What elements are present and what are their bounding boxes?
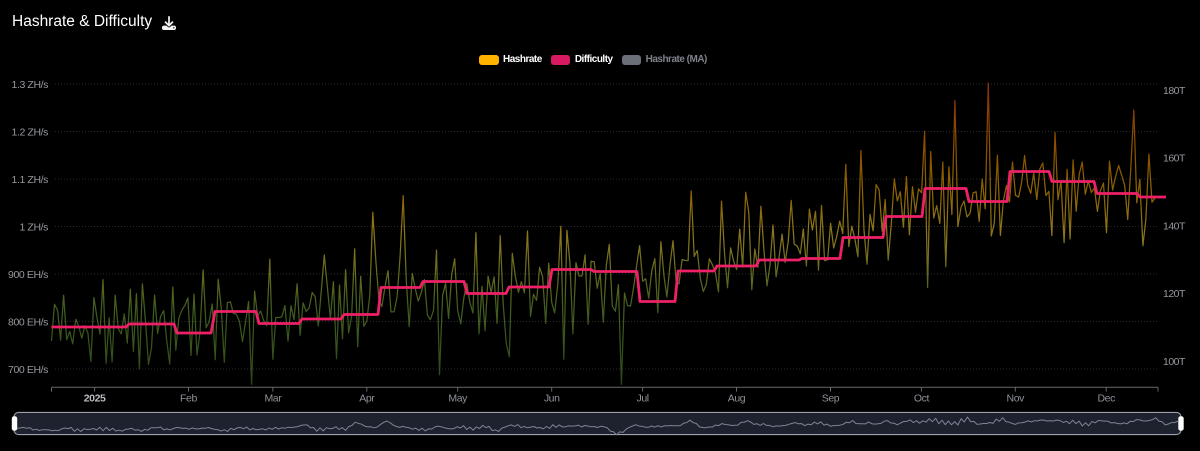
svg-text:Aug: Aug bbox=[728, 392, 746, 404]
svg-text:Jul: Jul bbox=[636, 392, 648, 404]
svg-text:1 ZH/s: 1 ZH/s bbox=[19, 221, 48, 233]
svg-text:Feb: Feb bbox=[180, 392, 197, 404]
svg-text:Apr: Apr bbox=[359, 392, 375, 404]
svg-text:1.2 ZH/s: 1.2 ZH/s bbox=[12, 126, 49, 138]
svg-text:900 EH/s: 900 EH/s bbox=[8, 269, 48, 281]
svg-text:120T: 120T bbox=[1163, 288, 1186, 300]
svg-text:800 EH/s: 800 EH/s bbox=[8, 316, 48, 328]
svg-text:700 EH/s: 700 EH/s bbox=[8, 364, 48, 376]
svg-text:Dec: Dec bbox=[1097, 392, 1115, 404]
svg-text:Mar: Mar bbox=[264, 392, 282, 404]
svg-text:140T: 140T bbox=[1163, 220, 1186, 232]
svg-text:180T: 180T bbox=[1163, 85, 1186, 97]
svg-text:Sep: Sep bbox=[822, 392, 840, 404]
svg-text:Nov: Nov bbox=[1007, 392, 1026, 404]
svg-text:1.1 ZH/s: 1.1 ZH/s bbox=[12, 174, 49, 186]
svg-text:Oct: Oct bbox=[914, 392, 930, 404]
svg-text:160T: 160T bbox=[1163, 153, 1186, 165]
svg-text:100T: 100T bbox=[1163, 356, 1186, 368]
svg-text:1.3 ZH/s: 1.3 ZH/s bbox=[12, 79, 49, 91]
svg-text:May: May bbox=[448, 392, 468, 404]
svg-text:2025: 2025 bbox=[84, 392, 106, 404]
svg-text:Jun: Jun bbox=[544, 392, 560, 404]
